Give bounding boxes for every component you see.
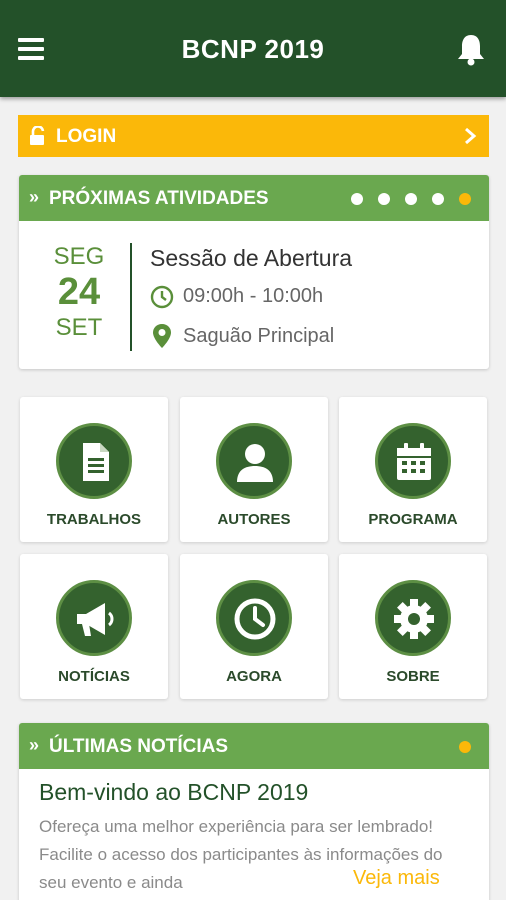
double-chevron-icon: » bbox=[29, 735, 40, 755]
news-pager[interactable] bbox=[459, 741, 471, 753]
event-date: SEG 24 SET bbox=[41, 243, 117, 343]
tile-label: SOBRE bbox=[386, 668, 440, 685]
gear-icon bbox=[394, 599, 434, 639]
notifications-bell-icon[interactable] bbox=[456, 32, 486, 66]
news-title[interactable]: Bem-vindo ao BCNP 2019 bbox=[39, 779, 308, 806]
tile-icon-circle bbox=[375, 423, 451, 499]
menu-tile-sobre[interactable]: SOBRE bbox=[339, 554, 487, 699]
chevron-right-icon bbox=[465, 127, 477, 145]
event-place: Saguão Principal bbox=[183, 325, 335, 347]
tile-icon-circle bbox=[375, 580, 451, 656]
pager-dot[interactable] bbox=[459, 741, 471, 753]
person-icon bbox=[237, 444, 273, 482]
app-title: BCNP 2019 bbox=[181, 34, 325, 64]
see-more-link[interactable]: Veja mais bbox=[349, 867, 440, 890]
pager-dot[interactable] bbox=[459, 193, 471, 205]
calendar-icon bbox=[397, 443, 431, 480]
tile-icon-circle bbox=[216, 580, 292, 656]
tile-label: AUTORES bbox=[217, 511, 291, 528]
event-month: SET bbox=[55, 314, 103, 341]
double-chevron-icon: » bbox=[29, 187, 40, 207]
event-title: Sessão de Abertura bbox=[150, 245, 353, 271]
menu-tile-agora[interactable]: AGORA bbox=[180, 554, 328, 699]
latest-news-card: » ÚLTIMAS NOTÍCIAS Bem-vindo ao BCNP 201… bbox=[19, 723, 489, 900]
pager-dot[interactable] bbox=[351, 193, 363, 205]
megaphone-icon bbox=[77, 603, 114, 636]
pager-dot[interactable] bbox=[378, 193, 390, 205]
map-pin-icon bbox=[153, 324, 171, 348]
tile-label: PROGRAMA bbox=[368, 511, 458, 528]
document-icon bbox=[83, 443, 109, 481]
event-weekday: SEG bbox=[53, 243, 105, 270]
menu-tile-noticias[interactable]: NOTÍCIAS bbox=[20, 554, 168, 699]
date-divider bbox=[130, 243, 132, 351]
tile-icon-circle bbox=[56, 580, 132, 656]
pager-dot[interactable] bbox=[405, 193, 417, 205]
news-section-title: ÚLTIMAS NOTÍCIAS bbox=[49, 736, 229, 757]
clock-icon bbox=[234, 598, 276, 640]
carousel-pager[interactable] bbox=[351, 193, 471, 205]
unlock-icon bbox=[30, 126, 45, 145]
login-button[interactable]: LOGIN bbox=[18, 115, 489, 157]
event-day: 24 bbox=[57, 271, 101, 313]
news-header: » ÚLTIMAS NOTÍCIAS bbox=[19, 723, 489, 769]
tile-icon-circle bbox=[216, 423, 292, 499]
upcoming-title: PRÓXIMAS ATIVIDADES bbox=[49, 188, 269, 209]
tile-label: NOTÍCIAS bbox=[58, 668, 130, 685]
event-item[interactable]: SEG 24 SET Sessão de Abertura 09:00h - 1… bbox=[19, 221, 489, 369]
tile-icon-circle bbox=[56, 423, 132, 499]
tile-label: AGORA bbox=[226, 668, 282, 685]
login-label: LOGIN bbox=[56, 126, 117, 147]
menu-tile-programa[interactable]: PROGRAMA bbox=[339, 397, 487, 542]
upcoming-activities-card: » PRÓXIMAS ATIVIDADES SEG 24 SET Sessão … bbox=[19, 175, 489, 369]
menu-tile-trabalhos[interactable]: TRABALHOS bbox=[20, 397, 168, 542]
menu-tile-autores[interactable]: AUTORES bbox=[180, 397, 328, 542]
tile-label: TRABALHOS bbox=[46, 511, 142, 528]
upcoming-header: » PRÓXIMAS ATIVIDADES bbox=[19, 175, 489, 221]
clock-icon bbox=[150, 285, 174, 309]
app-bar: BCNP 2019 bbox=[0, 0, 506, 97]
pager-dot[interactable] bbox=[432, 193, 444, 205]
event-time: 09:00h - 10:00h bbox=[183, 285, 324, 307]
